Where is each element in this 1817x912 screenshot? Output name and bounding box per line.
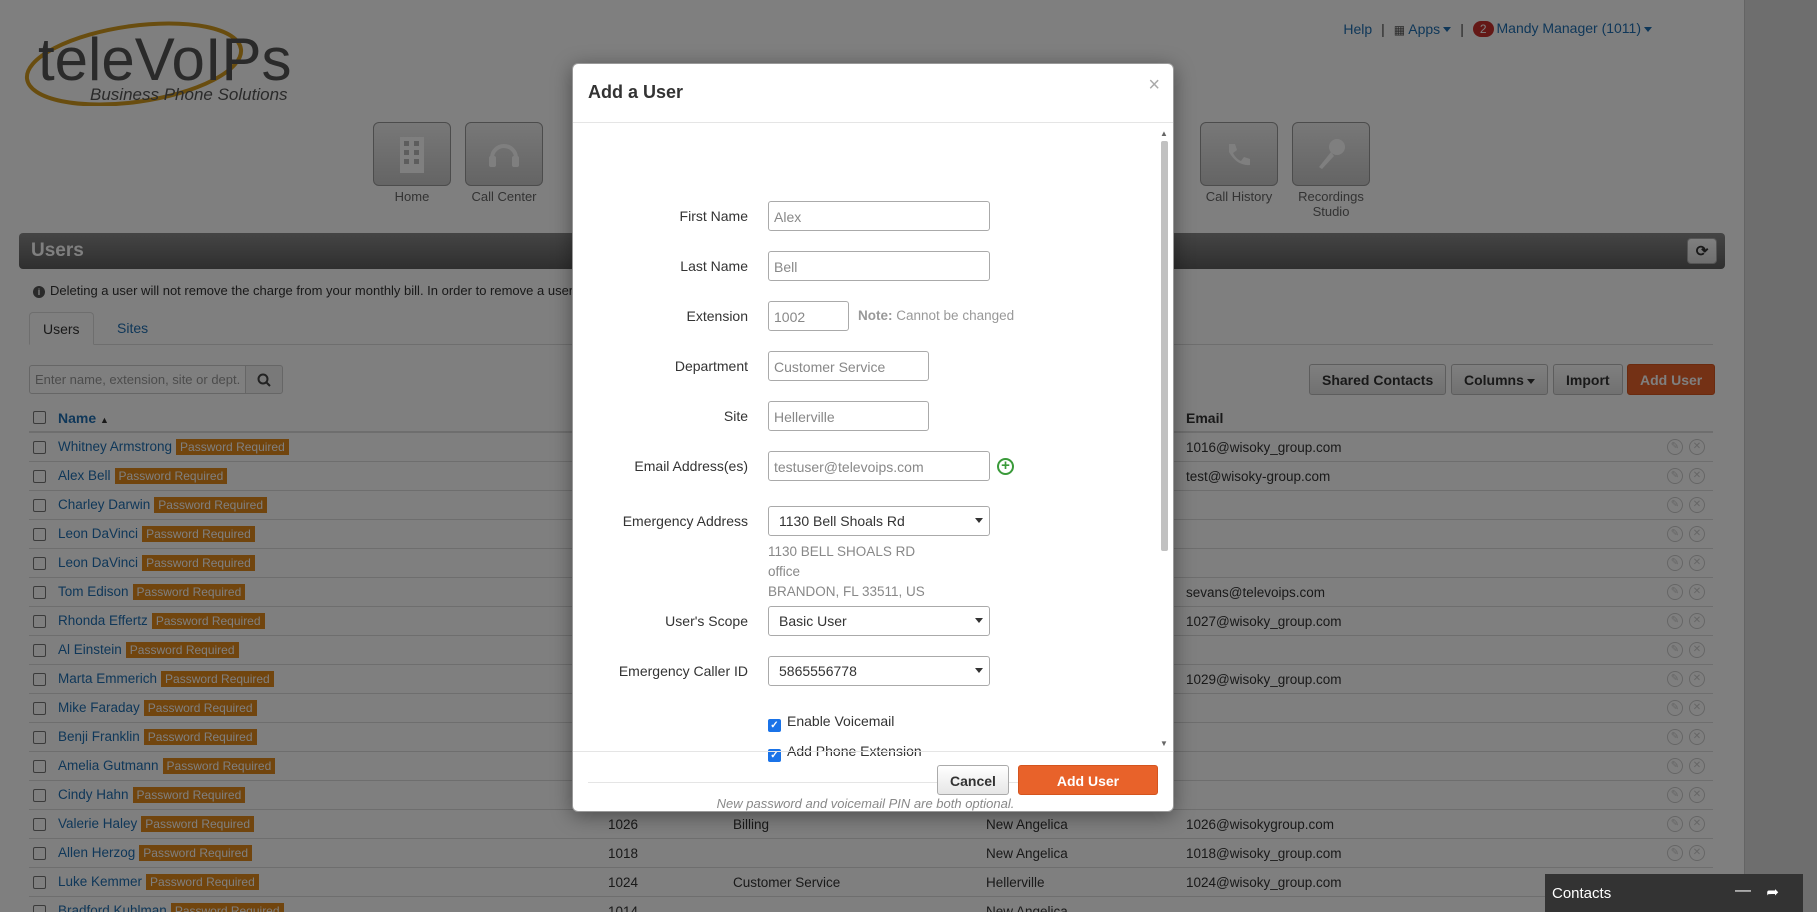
scroll-up-icon[interactable]: ▲ — [1160, 129, 1168, 138]
department-label: Department — [674, 358, 748, 374]
email-field[interactable]: testuser@televoips.com — [768, 451, 990, 481]
note-label: Note: — [858, 308, 893, 323]
submit-add-user-button[interactable]: Add User — [1018, 765, 1158, 795]
address-line-3: BRANDON, FL 33511, US — [768, 584, 925, 599]
address-line-1: 1130 BELL SHOALS RD — [768, 544, 916, 559]
chevron-down-icon — [975, 668, 983, 673]
chevron-down-icon — [975, 518, 983, 523]
address-line-2: office — [768, 564, 801, 579]
popout-arrow-icon[interactable]: ➦ — [1766, 883, 1779, 901]
contacts-widget[interactable]: Contacts — ➦ — [1545, 874, 1803, 912]
close-icon[interactable]: × — [1148, 74, 1160, 97]
add-email-icon[interactable]: + — [997, 458, 1014, 475]
contacts-title: Contacts — [1552, 885, 1612, 902]
add-user-dialog: Add a User × First Name Alex Last Name B… — [572, 63, 1174, 812]
emergency-caller-id-label: Emergency Caller ID — [618, 663, 748, 679]
emergency-caller-id-select[interactable]: 5865556778 — [768, 656, 990, 686]
user-scope-select[interactable]: Basic User — [768, 606, 990, 636]
dialog-body: First Name Alex Last Name Bell Extension… — [573, 123, 1163, 813]
user-scope-label: User's Scope — [665, 613, 748, 629]
dialog-footer: Cancel Add User — [573, 751, 1173, 813]
note-text: Cannot be changed — [896, 308, 1015, 323]
last-name-label: Last Name — [680, 258, 748, 274]
first-name-label: First Name — [679, 208, 748, 224]
user-scope-value: Basic User — [779, 613, 847, 629]
dialog-title: Add a User — [588, 82, 684, 102]
email-label: Email Address(es) — [634, 458, 748, 474]
extension-label: Extension — [686, 308, 748, 324]
site-label: Site — [723, 408, 748, 424]
enable-voicemail-option[interactable]: ✓ Enable Voicemail — [768, 713, 894, 732]
emergency-address-label: Emergency Address — [622, 513, 748, 529]
caller-id-value: 5865556778 — [779, 663, 857, 679]
department-field[interactable]: Customer Service — [768, 351, 929, 381]
minimize-icon[interactable]: — — [1735, 882, 1751, 900]
emergency-address-select[interactable]: 1130 Bell Shoals Rd — [768, 506, 990, 536]
scrollbar-thumb[interactable] — [1161, 141, 1168, 551]
first-name-field[interactable]: Alex — [768, 201, 990, 231]
extension-field[interactable]: 1002 — [768, 301, 849, 331]
dialog-scrollbar[interactable]: ▲ ▼ — [1158, 129, 1170, 749]
last-name-field[interactable]: Bell — [768, 251, 990, 281]
checkbox-checked-icon[interactable]: ✓ — [768, 719, 781, 732]
site-field[interactable]: Hellerville — [768, 401, 929, 431]
chevron-down-icon — [975, 618, 983, 623]
scroll-down-icon[interactable]: ▼ — [1160, 739, 1168, 748]
enable-voicemail-label: Enable Voicemail — [787, 713, 895, 729]
extension-note: Note: Cannot be changed — [858, 308, 1014, 323]
cancel-button[interactable]: Cancel — [937, 765, 1009, 795]
emergency-address-value: 1130 Bell Shoals Rd — [779, 513, 905, 529]
